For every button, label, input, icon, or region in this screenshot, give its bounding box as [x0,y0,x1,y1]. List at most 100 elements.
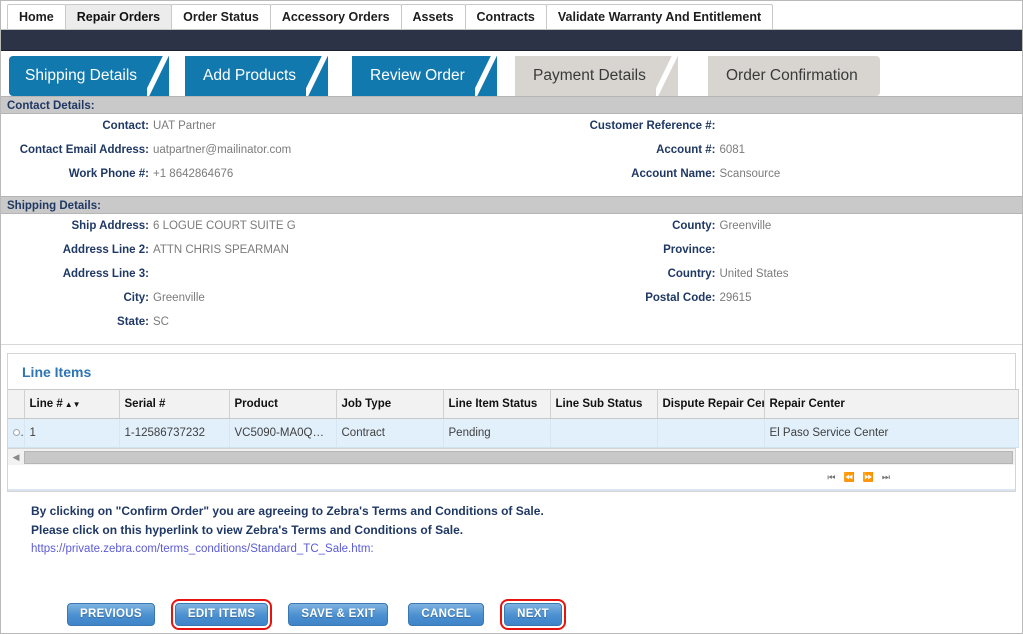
table-horizontal-scrollbar[interactable]: ◀ [8,448,1015,465]
nav-tab-accessory-orders[interactable]: Accessory Orders [269,4,402,29]
terms-line-1: By clicking on "Confirm Order" you are a… [31,504,544,518]
field-label: Address Line 3: [62,268,149,280]
table-row[interactable]: 1 1-12586737232 VC5090-MA0QM0... Contrac… [8,418,1019,448]
field-label: Account #: [656,144,716,156]
table-header-repair-center[interactable]: Repair Center [764,389,1019,419]
next-button[interactable]: NEXT [504,603,562,626]
terms-line-2: Please click on this hyperlink to view Z… [31,523,464,537]
field-address-line-3: Address Line 3: [1,268,512,292]
cell-serial: 1-12586737232 [119,418,230,448]
field-label: Contact Email Address: [19,144,149,156]
save-and-exit-button[interactable]: SAVE & EXIT [288,603,389,626]
field-label: Work Phone #: [68,168,149,180]
cell-line-sub-status [550,418,658,448]
field-value: UAT Partner [153,120,216,132]
scroll-left-icon[interactable]: ◀ [8,449,24,465]
nav-tab-repair-orders[interactable]: Repair Orders [64,4,173,29]
table-header-dispute-repair-center[interactable]: Dispute Repair Cente [657,389,765,419]
table-header-line-sub-status[interactable]: Line Sub Status [550,389,658,419]
contact-details-fields: Contact: UAT Partner Contact Email Addre… [1,114,1022,196]
field-value: United States [719,268,789,280]
field-value: Greenville [719,220,772,232]
app-header-strip [1,30,1022,51]
previous-button[interactable]: PREVIOUS [67,603,155,626]
pager-last-icon[interactable]: ⏭ [882,472,890,483]
field-county: County: Greenville [512,220,1023,244]
column-label: Product [234,398,278,410]
field-value: 29615 [719,292,752,304]
column-label: Line Item Status [448,398,538,410]
table-header-line-item-status[interactable]: Line Item Status [443,389,551,419]
table-header-line-no[interactable]: Line # ▲▼ [24,389,120,419]
line-items-panel: Line Items Line # ▲▼ Serial # Product Job… [7,353,1019,492]
wizard-step-label: Add Products [203,67,297,84]
wizard-step-payment-details[interactable]: Payment Details [515,56,678,96]
main-navigation: Home Repair Orders Order Status Accessor… [1,1,1022,30]
pager-first-icon[interactable]: ⏮ [827,472,835,483]
cell-repair-center: El Paso Service Center [764,418,1019,448]
cell-product: VC5090-MA0QM0... [229,418,337,448]
field-label: Account Name: [631,168,716,180]
sort-arrows-icon[interactable]: ▲▼ [65,400,81,409]
chevron-right-icon [655,56,678,96]
field-label: Customer Reference #: [589,120,716,132]
table-header-row: Line # ▲▼ Serial # Product Job Type Line … [8,389,1019,419]
order-wizard: Shipping Details Add Products Review Ord… [1,51,1022,96]
column-label: Serial # [124,398,166,410]
chevron-right-icon [306,56,329,96]
nav-tab-validate-warranty[interactable]: Validate Warranty And Entitlement [545,4,774,29]
shipping-details-section-header: Shipping Details: [1,196,1022,214]
nav-tab-order-status[interactable]: Order Status [171,4,271,29]
column-label: Repair Center [769,398,845,410]
field-label: County: [672,220,716,232]
field-customer-reference: Customer Reference #: [512,120,1023,144]
wizard-step-add-products[interactable]: Add Products [185,56,329,96]
next-button-wrap: NEXT [500,599,566,630]
wizard-step-label: Order Confirmation [726,67,858,84]
table-pagination: ⏮ ⏪ ⏩ ⏭ [8,465,1015,491]
section-divider [1,344,1022,345]
field-label: Province: [663,244,716,256]
pager-prev-icon[interactable]: ⏪ [843,472,854,483]
row-select-cell[interactable] [8,418,25,448]
column-label: Line # [29,398,63,410]
field-value: Greenville [153,292,205,304]
line-items-title: Line Items [8,354,1015,389]
column-label: Line Sub Status [555,398,643,410]
save-and-exit-button-wrap: SAVE & EXIT [284,599,392,630]
field-account-name: Account Name: Scansource [512,168,1023,192]
field-label: Ship Address: [71,220,149,232]
column-label: Job Type [341,398,392,410]
column-label: Dispute Repair Cente [662,398,764,410]
contact-details-section-header: Contact Details: [1,96,1022,114]
row-radio-icon[interactable] [13,429,20,437]
field-province: Province: [512,244,1023,268]
cell-dispute-repair-center [657,418,765,448]
field-value: ATTN CHRIS SPEARMAN [153,244,289,256]
cancel-button[interactable]: CANCEL [408,603,485,626]
table-header-product[interactable]: Product [229,389,337,419]
edit-items-button[interactable]: EDIT ITEMS [174,603,269,626]
cancel-button-wrap: CANCEL [404,599,488,630]
field-country: Country: United States [512,268,1023,292]
field-value: 6 LOGUE COURT SUITE G [153,220,296,232]
nav-tab-assets[interactable]: Assets [400,4,466,29]
table-header-job-type[interactable]: Job Type [336,389,444,419]
field-label: Postal Code: [645,292,716,304]
field-value: uatpartner@mailinator.com [153,144,292,156]
wizard-step-label: Review Order [370,67,465,84]
table-header-serial[interactable]: Serial # [119,389,230,419]
field-contact-email-address: Contact Email Address: uatpartner@mailin… [1,144,512,168]
chevron-right-icon [474,56,497,96]
wizard-step-shipping-details[interactable]: Shipping Details [9,56,170,96]
terms-link[interactable]: https://private.zebra.com/terms_conditio… [31,543,374,555]
scrollbar-thumb[interactable] [24,450,1013,464]
wizard-step-review-order[interactable]: Review Order [352,56,497,96]
wizard-footer-actions: PREVIOUS EDIT ITEMS SAVE & EXIT CANCEL N… [1,599,1022,630]
wizard-step-order-confirmation[interactable]: Order Confirmation [708,56,880,96]
field-value: +1 8642864676 [153,168,234,180]
field-label: Contact: [102,120,149,132]
nav-tab-contracts[interactable]: Contracts [464,4,547,29]
pager-next-icon[interactable]: ⏩ [863,472,874,483]
nav-tab-home[interactable]: Home [7,4,66,29]
